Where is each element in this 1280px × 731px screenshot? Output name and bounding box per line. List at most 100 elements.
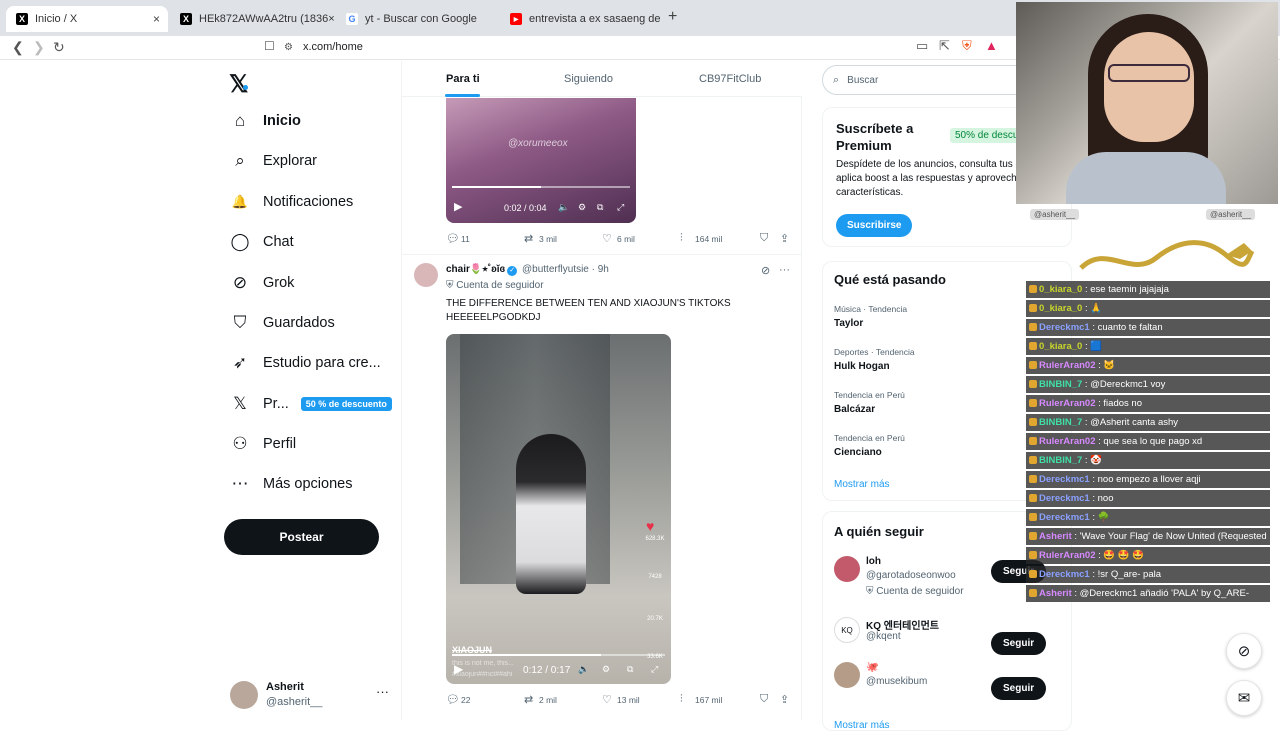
nav-item-grok[interactable]: ⊘ Grok <box>230 265 295 301</box>
bell-icon: 🔔 <box>231 194 249 209</box>
video-saves: 20.7K <box>647 616 663 622</box>
like-icon[interactable]: ♡ <box>602 693 612 706</box>
follow-button[interactable]: Seguir <box>991 677 1047 700</box>
fullscreen-icon[interactable]: ⤢ <box>651 664 658 675</box>
pip-icon[interactable]: ⧉ <box>627 664 633 675</box>
new-tab-button[interactable]: + <box>668 8 677 26</box>
tweet1-video[interactable]: @xorumeeox ▶ 0:02 / 0:04 🔈 ⚙ ⧉ ⤢ <box>446 98 636 223</box>
chat-message: BINBIN_7 : 🤡 <box>1026 452 1270 469</box>
chat-username: Dereckmc1 <box>1039 512 1090 523</box>
author-name[interactable]: chair🌷⭑˚ʚĭɞ <box>446 264 505 275</box>
nav-item-notifications[interactable]: 🔔 Notificaciones <box>230 184 353 220</box>
repost-icon[interactable]: ⇄ <box>524 693 533 706</box>
messages-fab[interactable]: ✉ <box>1226 680 1262 716</box>
nav-item-creator-studio[interactable]: ➶ Estudio para cre... <box>230 345 381 381</box>
chat-icon: ◯ <box>230 232 250 251</box>
brave-rewards-icon[interactable]: ▲ <box>985 38 998 53</box>
like-icon[interactable]: ♡ <box>602 232 612 245</box>
follow-button[interactable]: Seguir <box>991 632 1047 655</box>
browser-tab-x-home[interactable]: X Inicio / X × <box>6 6 168 32</box>
tab-cb97fitclub[interactable]: CB97FitClub <box>699 73 761 85</box>
account-name: Asherit <box>266 681 304 693</box>
nav-item-more-options[interactable]: ⋯ Más opciones <box>230 466 353 502</box>
site-info-icon[interactable]: ⚙ <box>284 42 293 53</box>
play-icon[interactable]: ▶ <box>454 200 462 213</box>
play-icon[interactable]: ▶ <box>454 662 463 676</box>
browser-tab-google[interactable]: G yt - Buscar con Google <box>336 6 500 32</box>
show-more-trends-link[interactable]: Mostrar más <box>834 479 890 490</box>
chat-separator: : <box>1071 588 1080 599</box>
view-count: 164 mil <box>695 234 723 244</box>
chat-text: 🤩 🤩 🤩 <box>1103 550 1145 561</box>
nav-item-premium[interactable]: 𝕏 Pr... 50 % de descuento <box>230 386 392 422</box>
like-count: 6 mil <box>617 234 635 244</box>
nav-item-profile[interactable]: ⚇ Perfil <box>230 426 296 462</box>
chat-text: 'Wave Your Flag' de Now United (Requeste… <box>1079 531 1270 542</box>
tab-following[interactable]: Siguiendo <box>564 73 613 85</box>
views-icon[interactable]: ⫶ <box>680 232 683 245</box>
chat-username: BINBIN_7 <box>1039 379 1083 390</box>
dragon-icon <box>1079 240 1255 270</box>
tab-for-you[interactable]: Para ti <box>446 73 480 85</box>
close-tab-icon[interactable]: × <box>153 12 160 26</box>
screen-icon[interactable]: ▭ <box>916 38 928 54</box>
more-icon[interactable]: ··· <box>779 264 790 276</box>
nav-label: Chat <box>263 234 294 250</box>
forward-icon[interactable]: ❯ <box>33 39 45 56</box>
chat-badge-icon <box>1029 323 1037 331</box>
browser-tab-youtube[interactable]: ▶ entrevista a ex sasaeng de bts - YouTu… <box>500 6 664 32</box>
subscribe-button[interactable]: Suscribirse <box>836 214 913 237</box>
chat-message: BINBIN_7 : @Asherit canta ashy <box>1026 414 1270 431</box>
share-icon[interactable]: ⇱ <box>939 38 950 54</box>
reply-icon[interactable]: 💬︎ <box>446 232 460 245</box>
views-icon[interactable]: ⫶ <box>680 693 683 706</box>
tweet2-video[interactable]: ♥ 628.3K 7428 20.7K 33.6K XIAOJUN this i… <box>446 334 671 684</box>
reload-icon[interactable]: ↻ <box>53 39 65 56</box>
reply-icon[interactable]: 💬︎ <box>446 693 460 706</box>
bookmark-icon[interactable]: ⛉ <box>760 232 768 245</box>
chat-message: Asherit : 'Wave Your Flag' de Now United… <box>1026 528 1270 545</box>
more-icon[interactable]: ··· <box>376 684 389 699</box>
author-handle[interactable]: @butterflyutsie <box>522 264 589 275</box>
chat-badge-icon <box>1029 380 1037 388</box>
chat-message: Dereckmc1 : noo <box>1026 490 1270 507</box>
back-icon[interactable]: ❮ <box>12 39 24 56</box>
nav-item-home[interactable]: ⌂ Inicio <box>230 103 301 139</box>
nav-item-bookmarks[interactable]: ⛉ Guardados <box>230 305 335 341</box>
avatar <box>834 662 860 688</box>
brave-shield-icon[interactable]: ⛨ <box>962 38 972 54</box>
share-icon[interactable]: ⇪ <box>780 232 789 245</box>
chat-username: Asherit <box>1039 588 1072 599</box>
video-time: 0:02 / 0:04 <box>504 203 547 213</box>
nav-label: Estudio para cre... <box>263 355 381 371</box>
chat-badge-icon <box>1029 361 1037 369</box>
pip-icon[interactable]: ⧉ <box>597 202 603 213</box>
premium-discount-badge: 50 % de descuento <box>300 397 392 411</box>
chat-text: 🌳 <box>1097 512 1110 523</box>
settings-icon[interactable]: ⚙ <box>578 202 586 213</box>
settings-icon[interactable]: ⚙ <box>602 664 610 675</box>
chat-badge-icon <box>1029 437 1037 445</box>
repost-icon[interactable]: ⇄ <box>524 232 533 245</box>
chat-separator: : <box>1089 474 1098 485</box>
nav-item-explore[interactable]: ⌕ Explorar <box>230 143 317 179</box>
mute-icon[interactable]: 🔈 <box>578 664 589 675</box>
tweet-header: chair🌷⭑˚ʚĭɞ ✓ @butterflyutsie · 9h <box>446 264 609 276</box>
show-more-follow-link[interactable]: Mostrar más <box>834 720 890 730</box>
grok-icon[interactable]: ⊘ <box>761 264 770 277</box>
avatar[interactable] <box>414 263 438 287</box>
share-icon[interactable]: ⇪ <box>780 693 789 706</box>
bookmark-icon[interactable]: ⛉ <box>760 693 768 706</box>
bookmark-page-icon[interactable]: ☐ <box>264 39 275 53</box>
tab-title: Inicio / X <box>35 13 78 25</box>
browser-tab-image[interactable]: X HEk872AWwAA2tru (1836×2048) <box>170 6 334 32</box>
mute-icon[interactable]: 🔈 <box>558 202 569 213</box>
account-switcher[interactable]: Asherit @asherit__ ··· <box>230 678 390 712</box>
nav-item-chat[interactable]: ◯ Chat <box>230 224 294 260</box>
fullscreen-icon[interactable]: ⤢ <box>617 202 624 213</box>
grok-fab[interactable]: ⊘ <box>1226 633 1262 669</box>
post-button[interactable]: Postear <box>224 519 379 555</box>
url-field[interactable]: ⚙ x.com/home <box>284 36 924 58</box>
suggestion-handle: @garotadoseonwoo <box>866 570 956 581</box>
heart-icon: ♥ <box>646 518 655 534</box>
